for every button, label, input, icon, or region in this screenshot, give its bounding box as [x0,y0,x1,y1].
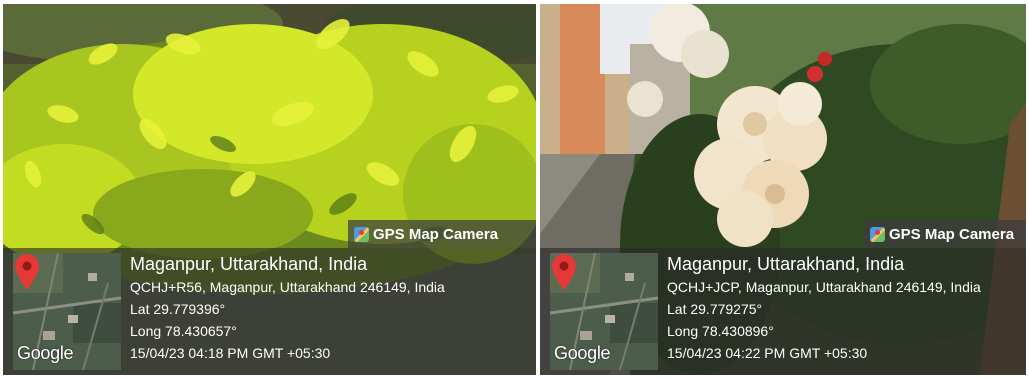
latitude-text: Lat 29.779396° [130,301,226,317]
location-details: Maganpur, Uttarakhand, India QCHJ+R56, M… [130,252,530,364]
gps-map-camera-badge: GPS Map Camera [864,220,1026,248]
location-info-panel: Google Maganpur, Uttarakhand, India QCHJ… [540,248,1026,375]
gps-badge-label: GPS Map Camera [373,225,499,243]
gps-badge-label: GPS Map Camera [889,225,1015,243]
datetime-text: 15/04/23 04:22 PM GMT +05:30 [667,345,868,361]
place-name: Maganpur, Uttarakhand, India [130,254,368,274]
gps-map-camera-icon [354,226,369,242]
datetime-text: 15/04/23 04:18 PM GMT +05:30 [130,345,331,361]
photo-cream-roses: GPS Map Camera Google Maganpur, Uttarakh… [540,4,1026,375]
longitude-text: Long 78.430896° [667,323,774,339]
place-name: Maganpur, Uttarakhand, India [667,254,905,274]
location-info-panel: Google Maganpur, Uttarakhand, India QCHJ… [3,248,536,375]
map-pin-icon [552,254,576,290]
google-logo: Google [17,343,74,363]
map-thumbnail: Google [550,253,658,370]
gps-stamp-overlay: GPS Map Camera Google Maganpur, Uttarakh… [3,4,536,375]
latitude-text: Lat 29.779275° [667,301,763,317]
address-text: QCHJ+JCP, Maganpur, Uttarakhand 246149, … [667,279,981,295]
longitude-text: Long 78.430657° [130,323,237,339]
google-logo: Google [554,343,611,363]
gps-map-camera-badge: GPS Map Camera [348,220,536,248]
address-text: QCHJ+R56, Maganpur, Uttarakhand 246149, … [130,279,445,295]
map-pin-icon [15,254,39,290]
gps-map-camera-icon [870,226,885,242]
gps-stamp-overlay: GPS Map Camera Google Maganpur, Uttarakh… [540,4,1026,375]
map-thumbnail: Google [13,253,121,370]
location-details: Maganpur, Uttarakhand, India QCHJ+JCP, M… [667,252,1020,364]
photo-yellow-shrub: GPS Map Camera Google Maganpur, Uttarakh… [3,4,536,375]
